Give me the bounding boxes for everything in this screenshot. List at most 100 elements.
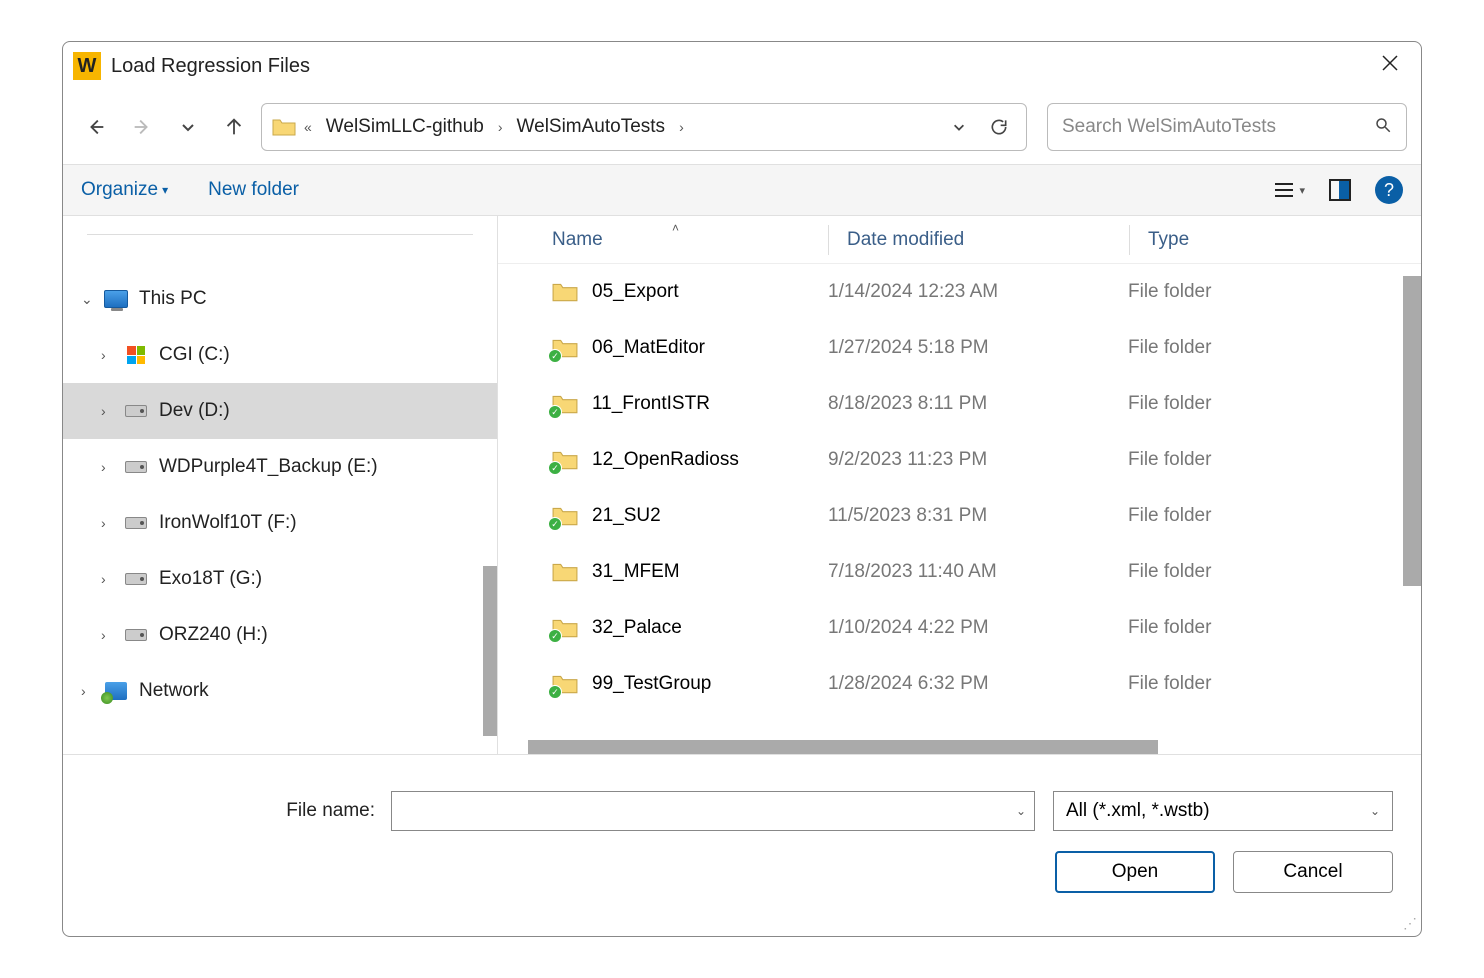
filename-input[interactable] [400, 801, 1016, 822]
file-date: 1/27/2024 5:18 PM [828, 337, 1128, 359]
sync-status-icon: ✓ [548, 349, 562, 363]
caret-down-icon[interactable]: ⌄ [81, 291, 103, 308]
chevron-down-icon[interactable]: ⌄ [1370, 804, 1380, 818]
address-bar[interactable]: « WelSimLLC-github › WelSimAutoTests › [261, 103, 1027, 151]
file-row[interactable]: ✓99_TestGroup1/28/2024 6:32 PMFile folde… [528, 656, 1421, 712]
file-row[interactable]: ✓12_OpenRadioss9/2/2023 11:23 PMFile fol… [528, 432, 1421, 488]
forward-button[interactable] [123, 108, 161, 146]
file-name: 99_TestGroup [592, 673, 711, 695]
tree-label: Exo18T (G:) [159, 568, 262, 590]
file-type: File folder [1128, 393, 1211, 415]
drive-icon [125, 517, 147, 529]
caret-down-icon: ▾ [1299, 184, 1305, 197]
command-bar: Organize▾ New folder ▾ ? [63, 164, 1421, 216]
chevron-down-icon[interactable]: ⌄ [1016, 804, 1026, 818]
chevron-down-icon [952, 120, 966, 134]
column-header-name[interactable]: ˄Name [552, 229, 828, 251]
tree-drive[interactable]: ›WDPurple4T_Backup (E:) [63, 439, 497, 495]
column-headers: ˄Name Date modified Type [498, 216, 1421, 264]
caret-right-icon[interactable]: › [81, 683, 103, 699]
file-name: 12_OpenRadioss [592, 449, 739, 471]
search-input[interactable] [1062, 116, 1374, 138]
file-row[interactable]: ✓06_MatEditor1/27/2024 5:18 PMFile folde… [528, 320, 1421, 376]
address-history-button[interactable] [942, 120, 976, 134]
file-date: 8/18/2023 8:11 PM [828, 393, 1128, 415]
view-options-button[interactable]: ▾ [1273, 181, 1305, 199]
sync-status-icon: ✓ [548, 405, 562, 419]
recent-locations-button[interactable] [169, 108, 207, 146]
file-row[interactable]: 05_Export1/14/2024 12:23 AMFile folder [528, 264, 1421, 320]
file-type: File folder [1128, 561, 1211, 583]
vertical-scrollbar[interactable] [1403, 276, 1421, 586]
tree-label: ORZ240 (H:) [159, 624, 268, 646]
file-name: 21_SU2 [592, 505, 661, 527]
search-icon[interactable] [1374, 116, 1392, 139]
refresh-button[interactable] [982, 117, 1016, 137]
filter-label: All (*.xml, *.wstb) [1066, 800, 1210, 822]
filename-combobox[interactable]: ⌄ [391, 791, 1035, 831]
tree-drive[interactable]: › CGI (C:) [63, 327, 497, 383]
caret-right-icon[interactable]: › [101, 627, 123, 643]
file-row[interactable]: ✓ 11_FrontISTR 8/18/2023 8:11 PMFile folde… [528, 376, 1421, 432]
drive-icon [125, 461, 147, 473]
caret-right-icon[interactable]: › [101, 459, 123, 475]
tree-drive[interactable]: › ORZ240 (H:) [63, 607, 497, 663]
back-button[interactable] [77, 108, 115, 146]
file-date: 1/28/2024 6:32 PM [828, 673, 1128, 695]
column-header-type[interactable]: Type [1148, 229, 1421, 251]
open-button[interactable]: Open [1055, 851, 1215, 893]
tree-drive[interactable]: › Dev (D:) [63, 383, 497, 439]
file-name: 11_FrontISTR [592, 393, 710, 415]
file-row[interactable]: 31_MFEM7/18/2023 11:40 AMFile folder [528, 544, 1421, 600]
windows-drive-icon [127, 346, 145, 364]
file-type: File folder [1128, 337, 1211, 359]
tree-drive[interactable]: ›IronWolf10T (F:) [63, 495, 497, 551]
tree-drive[interactable]: › Exo18T (G:) [63, 551, 497, 607]
folder-icon: ✓ [552, 449, 578, 471]
new-folder-button[interactable]: New folder [208, 179, 299, 201]
breadcrumb-seg-1[interactable]: WelSimLLC-github [320, 114, 490, 140]
tree-label: CGI (C:) [159, 344, 230, 366]
file-row[interactable]: ✓32_Palace1/10/2024 4:22 PMFile folder [528, 600, 1421, 656]
tree-network[interactable]: › Network [63, 663, 497, 719]
preview-pane-button[interactable] [1329, 179, 1351, 201]
cancel-button[interactable]: Cancel [1233, 851, 1393, 893]
sidebar-divider [87, 234, 473, 235]
file-type-filter[interactable]: All (*.xml, *.wstb) ⌄ [1053, 791, 1393, 831]
organize-button[interactable]: Organize▾ [81, 179, 168, 201]
caret-right-icon[interactable]: › [101, 347, 123, 363]
folder-icon: ✓ [552, 393, 578, 415]
file-row[interactable]: ✓21_SU211/5/2023 8:31 PMFile folder [528, 488, 1421, 544]
help-button[interactable]: ? [1375, 176, 1403, 204]
search-box[interactable] [1047, 103, 1407, 151]
app-icon: W [73, 52, 101, 80]
tree-this-pc[interactable]: ⌄ This PC [63, 271, 497, 327]
refresh-icon [989, 117, 1009, 137]
file-date: 9/2/2023 11:23 PM [828, 449, 1128, 471]
tree-label: Dev (D:) [159, 400, 230, 422]
drive-icon [125, 405, 147, 417]
titlebar: W Load Regression Files [63, 42, 1421, 90]
close-button[interactable] [1369, 48, 1411, 84]
up-button[interactable] [215, 108, 253, 146]
breadcrumb-ellipsis: « [302, 119, 314, 135]
chevron-right-icon[interactable]: › [496, 119, 505, 135]
caret-right-icon[interactable]: › [101, 403, 123, 419]
arrow-left-icon [85, 116, 107, 138]
close-icon [1381, 54, 1399, 72]
file-date: 1/10/2024 4:22 PM [828, 617, 1128, 639]
resize-grip[interactable]: ⋰ [1403, 915, 1417, 932]
tree-label: Network [139, 680, 209, 702]
file-type: File folder [1128, 281, 1211, 303]
file-date: 1/14/2024 12:23 AM [828, 281, 1128, 303]
main-area: ⌄ This PC › CGI (C:) › Dev (D:) ›WDPurple4T_… [63, 216, 1421, 754]
column-header-date[interactable]: Date modified [847, 229, 1129, 251]
sidebar-scrollbar[interactable] [483, 566, 497, 736]
horizontal-scrollbar[interactable] [528, 740, 1158, 754]
organize-label: Organize [81, 179, 158, 201]
breadcrumb-seg-2[interactable]: WelSimAutoTests [511, 114, 672, 140]
caret-right-icon[interactable]: › [101, 515, 123, 531]
chevron-right-icon[interactable]: › [677, 119, 686, 135]
caret-right-icon[interactable]: › [101, 571, 123, 587]
folder-icon: ✓ [552, 617, 578, 639]
